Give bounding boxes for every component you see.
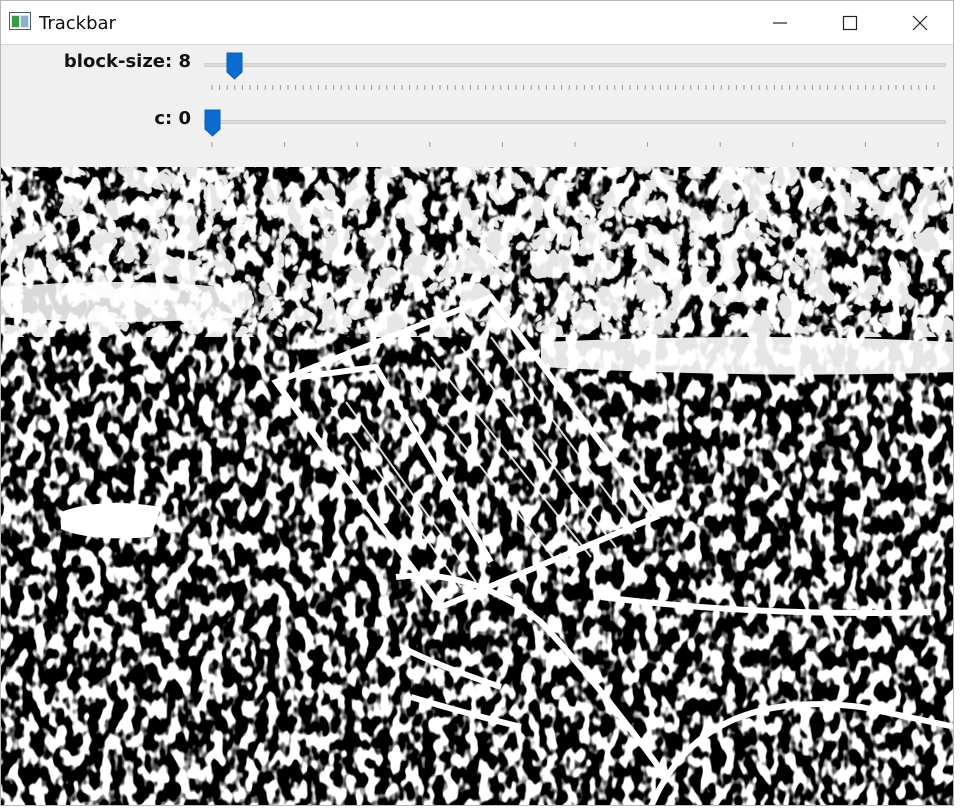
- minimize-icon: [773, 22, 787, 24]
- maximize-button[interactable]: [815, 1, 885, 45]
- trackbar-label-c: c: 0: [154, 108, 191, 129]
- threshold-image-canvas: [1, 167, 953, 805]
- ticks-block-size: [211, 85, 935, 90]
- slider-thumb-c[interactable]: [204, 109, 221, 137]
- window-app-icon: [9, 12, 31, 30]
- title-bar[interactable]: Trackbar: [1, 1, 953, 45]
- minimize-button[interactable]: [745, 1, 815, 45]
- close-button[interactable]: [885, 1, 953, 45]
- slider-track-block-size[interactable]: [204, 63, 946, 67]
- window-title: Trackbar: [39, 13, 116, 34]
- trackbar-panel: block-size: 8 c: 0: [1, 45, 953, 167]
- slider-thumb-block-size[interactable]: [226, 52, 243, 80]
- slider-track-c[interactable]: [204, 120, 946, 124]
- trackbar-c: c: 0: [1, 102, 953, 152]
- close-icon: [912, 15, 928, 31]
- trackbar-label-block-size: block-size: 8: [63, 51, 191, 72]
- trackbar-block-size: block-size: 8: [1, 45, 953, 95]
- ticks-c: [211, 142, 939, 147]
- app-window: Trackbar block-size: 8 c: 0: [0, 0, 954, 806]
- maximize-icon: [842, 15, 858, 31]
- threshold-image: [1, 167, 953, 805]
